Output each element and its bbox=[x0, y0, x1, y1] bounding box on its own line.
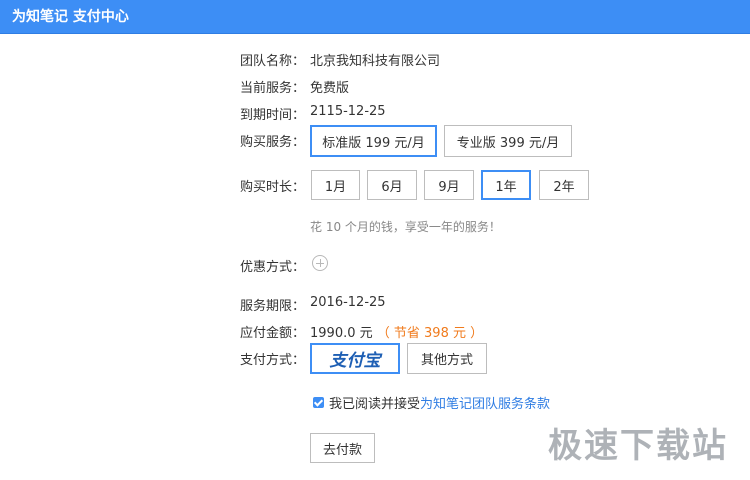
expiry-value: 2115-12-25 bbox=[310, 104, 386, 119]
current-service-value: 免费版 bbox=[310, 81, 350, 96]
discount-label: 优惠方式： bbox=[240, 260, 306, 275]
other-payment-button[interactable]: 其他方式 bbox=[407, 343, 487, 374]
purchase-service-label: 购买服务： bbox=[240, 135, 306, 150]
service-period-label: 服务期限： bbox=[240, 299, 306, 314]
window-title: 为知笔记 支付中心 bbox=[0, 0, 750, 34]
amount-row: 1990.0 元 （ 节省 398 元 ） bbox=[310, 322, 483, 341]
standard-plan-button[interactable]: 标准版 199 元/月 bbox=[310, 125, 437, 157]
team-name-label: 团队名称： bbox=[240, 54, 306, 69]
duration-option-2-years[interactable]: 2年 bbox=[539, 170, 589, 200]
payment-method-label: 支付方式： bbox=[240, 353, 306, 368]
agreement-text: 我已阅读并接受 bbox=[329, 397, 421, 412]
duration-option-6-months[interactable]: 6月 bbox=[367, 170, 417, 200]
service-period-value: 2016-12-25 bbox=[310, 295, 386, 310]
pro-plan-button[interactable]: 专业版 399 元/月 bbox=[444, 125, 572, 157]
agreement-checkbox[interactable] bbox=[313, 397, 324, 408]
expiry-label: 到期时间： bbox=[240, 108, 306, 123]
alipay-logo: 支付宝 bbox=[329, 351, 381, 371]
amount-value: 1990.0 元 bbox=[310, 326, 373, 341]
current-service-label: 当前服务： bbox=[240, 81, 306, 96]
add-discount-plus-icon[interactable] bbox=[312, 255, 328, 271]
alipay-button[interactable]: 支付宝 bbox=[310, 343, 400, 374]
pay-button[interactable]: 去付款 bbox=[310, 433, 375, 463]
duration-hint: 花 10 个月的钱，享受一年的服务！ bbox=[310, 220, 501, 234]
duration-option-9-months[interactable]: 9月 bbox=[424, 170, 474, 200]
team-name-value: 北京我知科技有限公司 bbox=[310, 54, 441, 69]
terms-link[interactable]: 为知笔记团队服务条款 bbox=[420, 393, 550, 412]
savings-text: （ 节省 398 元 ） bbox=[376, 326, 484, 341]
watermark-text: 极速下载站 bbox=[548, 426, 728, 466]
duration-option-1-month[interactable]: 1月 bbox=[311, 170, 360, 200]
duration-label: 购买时长： bbox=[240, 180, 306, 195]
amount-label: 应付金额： bbox=[240, 326, 306, 341]
duration-option-1-year[interactable]: 1年 bbox=[481, 170, 531, 200]
agreement-row: 我已阅读并接受 为知笔记团队服务条款 bbox=[313, 393, 550, 412]
